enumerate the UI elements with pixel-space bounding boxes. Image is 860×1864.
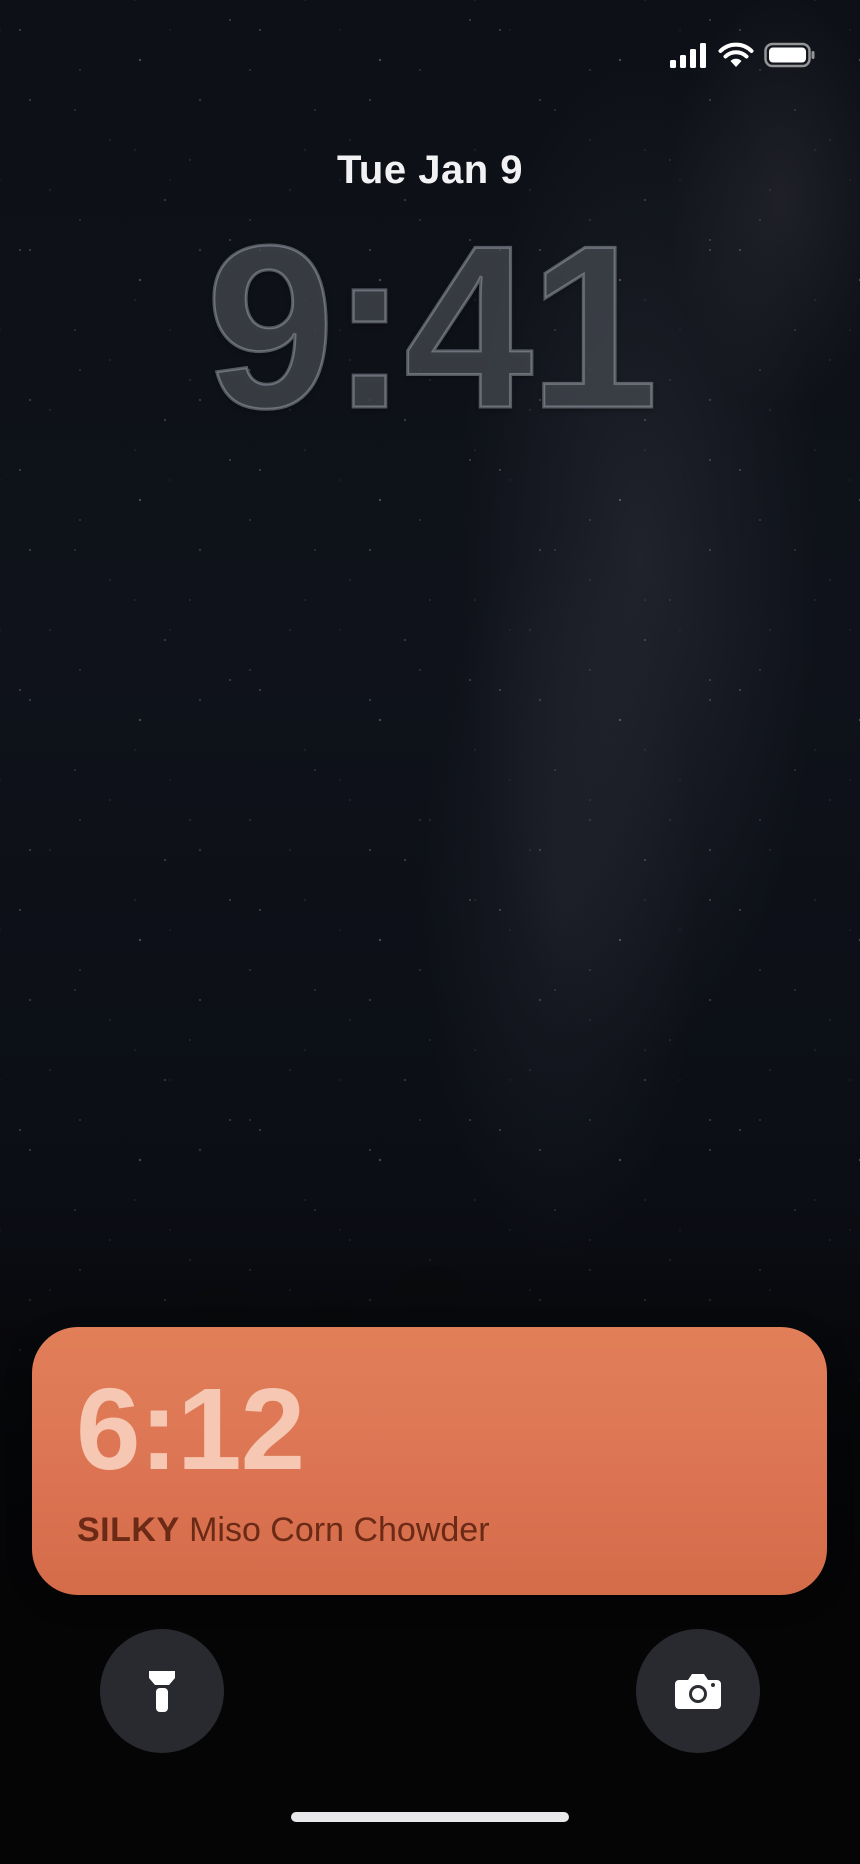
status-bar <box>670 42 816 68</box>
flashlight-button[interactable] <box>100 1629 224 1753</box>
lock-date: Tue Jan 9 <box>336 148 524 192</box>
live-activity-card[interactable]: 6:12 SILKY Miso Corn Chowder <box>32 1327 827 1595</box>
recipe-tag: SILKY <box>77 1511 180 1549</box>
battery-icon <box>764 42 815 68</box>
lock-clock: 9:41 <box>204 198 659 457</box>
live-activity-recipe-line: SILKY Miso Corn Chowder <box>77 1511 490 1550</box>
flashlight-icon <box>149 1671 175 1712</box>
camera-button[interactable] <box>636 1629 760 1753</box>
recipe-name: Miso Corn Chowder <box>189 1511 490 1549</box>
home-indicator[interactable] <box>291 1812 569 1822</box>
live-activity-timer: 6:12 <box>76 1364 305 1494</box>
signal-icon <box>670 43 706 68</box>
camera-icon <box>675 1674 721 1709</box>
lock-screen: Tue Jan 9 9:41 6:12 SILKY Miso Corn Chow… <box>0 0 860 1864</box>
wifi-icon <box>718 42 754 67</box>
